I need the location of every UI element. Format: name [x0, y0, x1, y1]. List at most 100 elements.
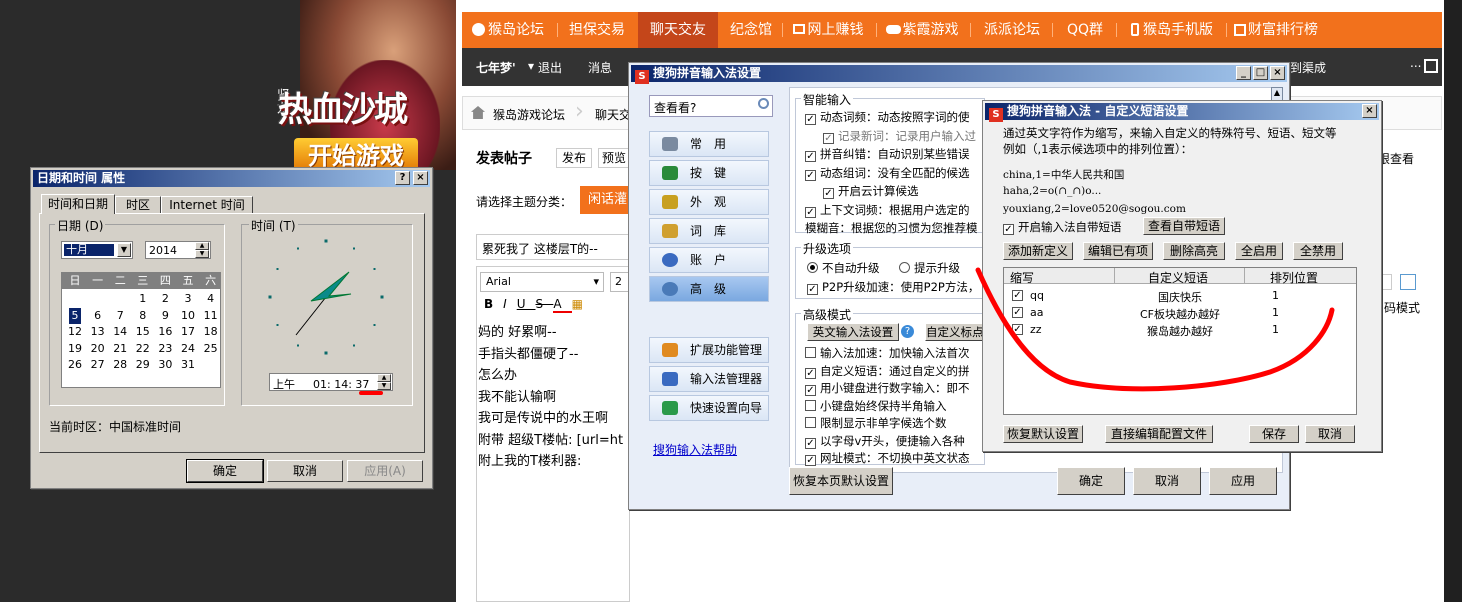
calendar-day[interactable]: 18 [200, 324, 222, 340]
messages-link[interactable]: 消息 [588, 59, 612, 76]
calendar-day[interactable]: 6 [87, 308, 109, 324]
more-ellipsis[interactable]: ... [1410, 56, 1421, 70]
preview-button[interactable]: 预览 [598, 148, 630, 168]
time-spinner[interactable]: 上午 01: 14: 37 ▲ ▼ [269, 373, 393, 391]
enable-builtin-phrases-checkbox[interactable]: ✓ 开启输入法自带短语 [1003, 219, 1122, 235]
close-icon[interactable]: × [1362, 104, 1377, 118]
save-button[interactable]: 保存 [1249, 425, 1299, 443]
cancel-button[interactable]: 取消 [267, 460, 343, 482]
advanced-option[interactable]: ✓ 用小键盘进行数字输入：即不 [805, 380, 983, 396]
nav-item-earn-money[interactable]: 网上赚钱 [784, 12, 872, 48]
ok-button[interactable]: 确定 [1057, 467, 1125, 495]
smart-input-option[interactable]: ✓ 拼音纠错：自动识别某些错误 [805, 146, 983, 162]
tab-time-and-date[interactable]: 时间和日期 [41, 194, 115, 214]
smart-input-option[interactable]: ✓ 开启云计算候选 [823, 183, 983, 199]
tab-internet-time[interactable]: Internet 时间 [161, 196, 253, 214]
spin-down-icon[interactable]: ▼ [195, 250, 209, 258]
ime-manager-item[interactable]: 输入法管理器 [649, 366, 769, 392]
section-keys[interactable]: 按键 [649, 160, 769, 186]
subject-input[interactable]: 累死我了 这楼层T的-- [476, 234, 630, 260]
maximize-icon[interactable]: □ [1253, 66, 1268, 80]
calendar-day[interactable]: 12 [64, 324, 86, 340]
breadcrumb-item[interactable]: 猴岛游戏论坛 [493, 106, 565, 123]
cancel-button[interactable]: 取消 [1305, 425, 1355, 443]
add-new-definition-button[interactable]: 添加新定义 [1003, 242, 1073, 260]
smart-input-option[interactable]: ✓ 动态词频：动态按照字词的使 [805, 109, 983, 125]
font-family-select[interactable]: Arial ▾ [480, 272, 604, 292]
calendar-day[interactable]: 21 [109, 341, 131, 357]
advanced-option[interactable]: ✓ 以字母v开头，便捷输入各种 [805, 433, 983, 449]
window-titlebar[interactable]: S 搜狗拼音输入法设置 _ □ × [631, 65, 1287, 84]
font-size-select[interactable]: 2 [610, 272, 630, 292]
calendar-day[interactable]: 26 [64, 357, 86, 373]
calendar-day[interactable]: 5 [69, 307, 81, 324]
calendar-day[interactable]: 24 [177, 341, 199, 357]
publish-button[interactable]: 发布 [556, 148, 592, 168]
dropdown-arrow-icon[interactable]: ▼ [117, 243, 131, 257]
calendar-day[interactable]: 11 [200, 308, 222, 324]
home-icon[interactable] [471, 106, 485, 119]
spin-down-icon[interactable]: ▼ [377, 382, 391, 390]
edit-existing-button[interactable]: 编辑已有项 [1083, 242, 1153, 260]
calendar-day[interactable]: 29 [132, 357, 154, 373]
nav-item-qq-group[interactable]: QQ群 [1056, 12, 1114, 48]
calendar-day[interactable]: 22 [132, 341, 154, 357]
nav-item-guarantee[interactable]: 担保交易 [560, 12, 634, 48]
calendar-grid[interactable]: 日一二三四五六 1 2 3 4 5 6 7 8 9 10 11 12 13 14 15 16 17 18 19 20 2… [61, 272, 221, 388]
advanced-option[interactable]: 小键盘始终保持半角输入 [805, 398, 983, 414]
month-select[interactable]: 十月 ▼ [61, 241, 133, 259]
nav-item-memorial[interactable]: 纪念馆 [720, 12, 782, 48]
nav-item-paipai[interactable]: 派派论坛 [974, 12, 1050, 48]
upgrade-option-prompt[interactable]: 提示升级 [899, 260, 960, 276]
disable-all-button[interactable]: 全禁用 [1293, 242, 1343, 260]
calendar-day[interactable]: 1 [132, 291, 154, 307]
section-appearance[interactable]: 外观 [649, 189, 769, 215]
underline-icon[interactable]: U [517, 297, 536, 311]
section-account[interactable]: 账户 [649, 247, 769, 273]
window-titlebar[interactable]: 日期和时间 属性 ? × [33, 170, 430, 187]
nav-item-home[interactable]: 猴岛论坛 [462, 12, 554, 48]
delete-highlighted-button[interactable]: 删除高亮 [1163, 242, 1225, 260]
fullscreen-icon[interactable] [1400, 274, 1416, 290]
nav-item-wealth-rank[interactable]: 财富排行榜 [1228, 12, 1324, 48]
calendar-day[interactable]: 4 [200, 291, 222, 307]
quick-setup-item[interactable]: 快速设置向导 [649, 395, 769, 421]
section-dictionary[interactable]: 词库 [649, 218, 769, 244]
sogou-help-link[interactable]: 搜狗输入法帮助 [653, 441, 737, 458]
tab-timezone[interactable]: 时区 [115, 196, 161, 214]
apply-button[interactable]: 应用 [1209, 467, 1277, 495]
calendar-day[interactable]: 30 [154, 357, 176, 373]
edit-config-file-button[interactable]: 直接编辑配置文件 [1105, 425, 1213, 443]
spin-up-icon[interactable]: ▲ [377, 374, 391, 382]
nav-item-mobile[interactable]: 猴岛手机版 [1120, 12, 1224, 48]
logout-link[interactable]: 退出 [538, 59, 562, 76]
scroll-up-icon[interactable]: ▲ [1271, 87, 1283, 101]
calendar-day[interactable]: 14 [109, 324, 131, 340]
dropdown-arrow-icon[interactable]: ▾ [528, 59, 534, 73]
english-ime-settings-button[interactable]: 英文输入法设置 [807, 323, 899, 341]
edit-icon[interactable] [1424, 59, 1438, 73]
help-icon[interactable]: ? [901, 325, 914, 338]
smart-input-option[interactable]: ✓ 记录新词：记录用户输入过 [823, 128, 983, 144]
category-select[interactable]: 闲话灌 [580, 186, 630, 214]
calendar-day[interactable]: 23 [154, 341, 176, 357]
view-builtin-phrases-button[interactable]: 查看自带短语 [1143, 217, 1225, 235]
calendar-day[interactable]: 9 [154, 308, 176, 324]
enable-all-button[interactable]: 全启用 [1235, 242, 1283, 260]
ok-button[interactable]: 确定 [186, 459, 264, 483]
nav-item-chat[interactable]: 聊天交友 [638, 12, 718, 48]
strikethrough-icon[interactable]: S [536, 297, 554, 311]
spin-up-icon[interactable]: ▲ [195, 242, 209, 250]
smart-input-option[interactable]: ✓ 动态组词：没有全匹配的候选 [805, 165, 983, 181]
settings-search-input[interactable]: 查看看? [649, 95, 773, 117]
apply-button[interactable]: 应用(A) [347, 460, 423, 482]
calendar-day[interactable]: 25 [200, 341, 222, 357]
calendar-day[interactable]: 16 [154, 324, 176, 340]
font-color-icon[interactable]: A [553, 297, 572, 313]
calendar-day[interactable]: 20 [87, 341, 109, 357]
calendar-day[interactable]: 2 [154, 291, 176, 307]
calendar-day[interactable]: 13 [87, 324, 109, 340]
help-icon[interactable]: ? [395, 171, 410, 185]
nav-item-zixia-games[interactable]: 紫霞游戏 [880, 12, 964, 48]
breadcrumb-item[interactable]: 聊天交 [595, 106, 631, 123]
